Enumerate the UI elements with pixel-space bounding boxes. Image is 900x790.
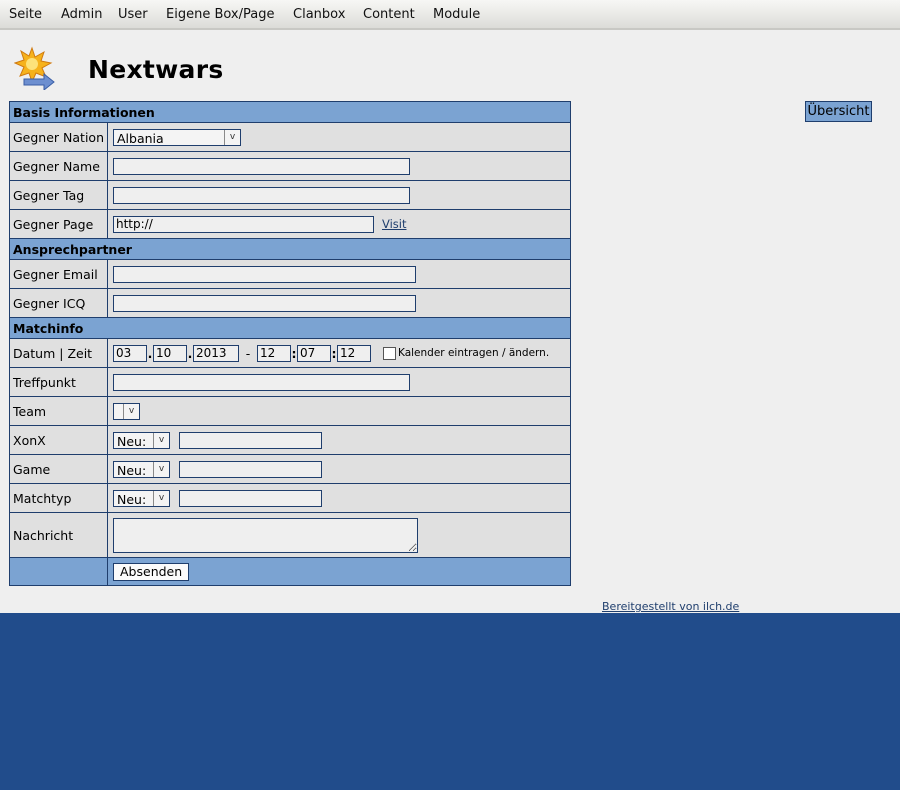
overview-button[interactable]: Übersicht (805, 101, 872, 122)
menu-module[interactable]: Module (433, 7, 480, 22)
icq-label: Gegner ICQ (9, 288, 108, 318)
second-input[interactable] (337, 344, 371, 362)
calendar-checkbox[interactable] (383, 346, 396, 360)
year-input[interactable] (193, 344, 239, 362)
datetime-label: Datum | Zeit (9, 338, 108, 368)
section-basis-title: Basis Informationen (9, 101, 571, 123)
name-label: Gegner Name (9, 151, 108, 181)
form-row: Game Neu: v (9, 454, 571, 484)
top-menu-bar: Seite Admin User Eigene Box/Page Clanbox… (0, 0, 900, 30)
nation-select[interactable]: Albania v (113, 128, 241, 146)
nation-label: Gegner Nation (9, 122, 108, 152)
xonx-select-value: Neu: (117, 433, 147, 449)
form-footer: Absenden (9, 557, 571, 586)
opponent-tag-input[interactable] (113, 186, 410, 204)
chevron-down-icon: v (153, 432, 169, 448)
matchtype-select[interactable]: Neu: v (113, 489, 170, 507)
menu-seite[interactable]: Seite (9, 7, 42, 22)
opponent-page-input[interactable] (113, 215, 374, 233)
xonx-new-input[interactable] (178, 431, 322, 449)
range-separator: - (245, 345, 251, 361)
form-row: Datum | Zeit ..-::Kalender eintragen / ä… (9, 338, 571, 368)
message-textarea[interactable] (113, 517, 418, 553)
matchtype-new-input[interactable] (178, 489, 322, 507)
menu-admin[interactable]: Admin (61, 7, 102, 22)
form-row: Gegner Nation Albania v (9, 122, 571, 152)
meeting-point-input[interactable] (113, 373, 410, 391)
form-row: XonX Neu: v (9, 425, 571, 455)
team-select[interactable]: v (113, 402, 140, 420)
tag-label: Gegner Tag (9, 180, 108, 210)
content-area: Nextwars Übersicht Basis Informationen G… (0, 30, 900, 613)
team-label: Team (9, 396, 108, 426)
opponent-email-input[interactable] (113, 265, 416, 283)
form-row: Treffpunkt (9, 367, 571, 397)
form-row: Nachricht (9, 512, 571, 558)
menu-content[interactable]: Content (363, 7, 415, 22)
credit-link[interactable]: Bereitgestellt von ilch.de (602, 600, 739, 613)
visit-link[interactable]: Visit (382, 217, 407, 231)
footer-spacer (9, 557, 108, 586)
month-input[interactable] (153, 344, 187, 362)
game-select[interactable]: Neu: v (113, 460, 170, 478)
matchtype-select-value: Neu: (117, 491, 147, 507)
xonx-label: XonX (9, 425, 108, 455)
calendar-checkbox-label: Kalender eintragen / ändern. (398, 347, 550, 359)
hour-input[interactable] (257, 344, 291, 362)
chevron-down-icon: v (123, 403, 139, 419)
game-select-value: Neu: (117, 462, 147, 478)
form-row: Gegner Name (9, 151, 571, 181)
section-match-title: Matchinfo (9, 317, 571, 339)
section-header: Matchinfo (9, 317, 571, 339)
opponent-name-input[interactable] (113, 157, 410, 175)
menu-user[interactable]: User (118, 7, 148, 22)
chevron-down-icon: v (224, 129, 240, 145)
game-label: Game (9, 454, 108, 484)
form-row: Gegner Tag (9, 180, 571, 210)
chevron-down-icon: v (153, 461, 169, 477)
email-label: Gegner Email (9, 259, 108, 289)
menu-eigene-box-page[interactable]: Eigene Box/Page (166, 7, 274, 22)
section-header: Basis Informationen (9, 101, 571, 123)
matchtype-label: Matchtyp (9, 483, 108, 513)
day-input[interactable] (113, 344, 147, 362)
section-contact-title: Ansprechpartner (9, 238, 571, 260)
message-label: Nachricht (9, 512, 108, 558)
form-row: Gegner ICQ (9, 288, 571, 318)
xonx-select[interactable]: Neu: v (113, 431, 170, 449)
star-arrow-icon (14, 46, 55, 90)
menu-clanbox[interactable]: Clanbox (293, 7, 345, 22)
opponent-icq-input[interactable] (113, 294, 416, 312)
form-row: Team v (9, 396, 571, 426)
submit-button[interactable]: Absenden (113, 562, 190, 581)
nation-select-value: Albania (117, 130, 164, 146)
meeting-label: Treffpunkt (9, 367, 108, 397)
page-label: Gegner Page (9, 209, 108, 239)
section-header: Ansprechpartner (9, 238, 571, 260)
chevron-down-icon: v (153, 490, 169, 506)
form-row: Matchtyp Neu: v (9, 483, 571, 513)
form-row: Gegner Email (9, 259, 571, 289)
nextwar-form: Basis Informationen Gegner Nation Albani… (9, 101, 571, 586)
form-row: Gegner Page Visit (9, 209, 571, 239)
page-title: Nextwars (88, 55, 224, 84)
minute-input[interactable] (297, 344, 331, 362)
game-new-input[interactable] (178, 460, 322, 478)
